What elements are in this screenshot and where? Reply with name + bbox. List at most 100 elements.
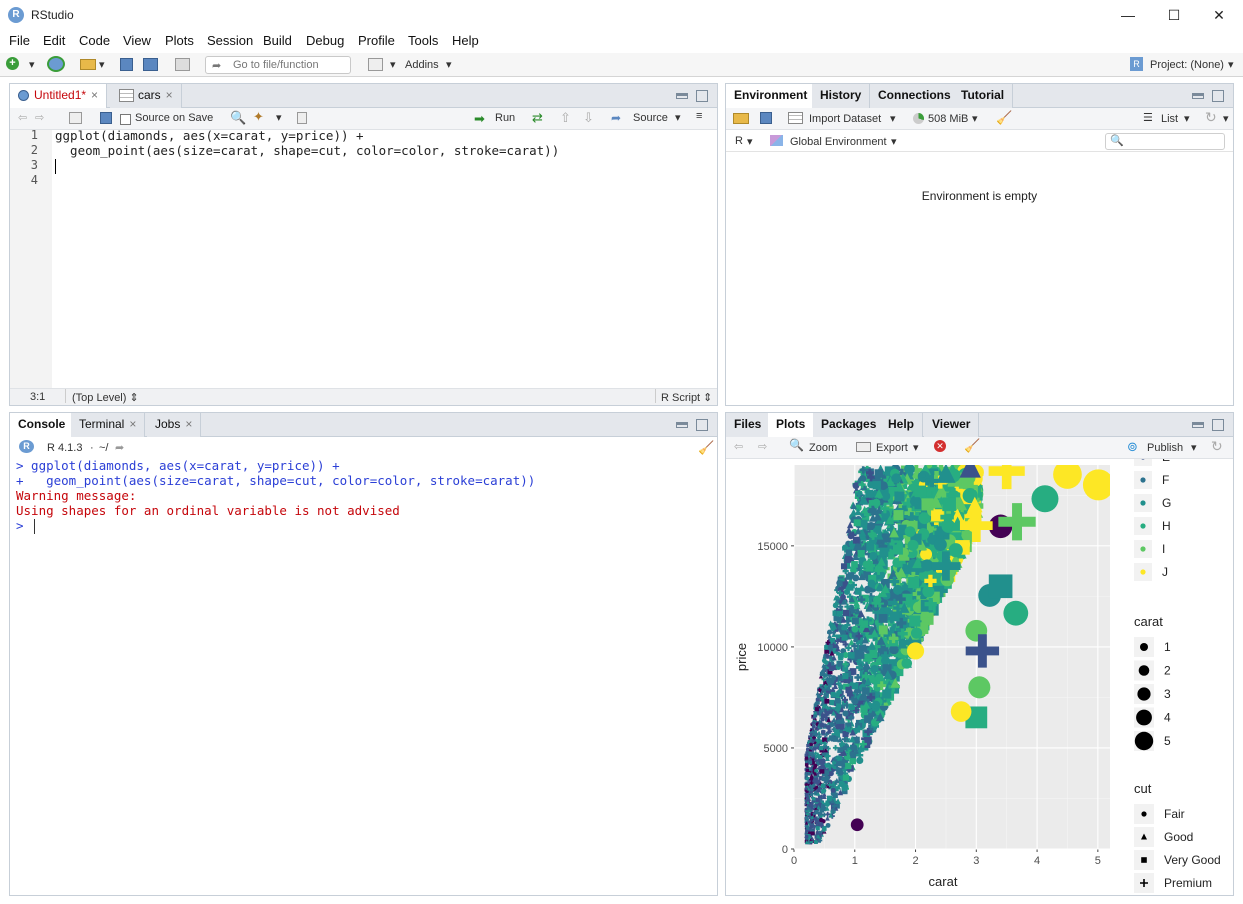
print-icon[interactable] — [175, 58, 190, 71]
source-on-save-checkbox[interactable] — [120, 114, 131, 125]
menu-code[interactable]: Code — [79, 33, 110, 48]
goto-file-input[interactable]: Go to file/function — [205, 56, 351, 74]
menu-help[interactable]: Help — [452, 33, 479, 48]
code-line[interactable]: geom_point(aes(size=carat, shape=cut, co… — [55, 143, 715, 158]
chevron-down-icon[interactable]: ▾ — [1228, 58, 1234, 71]
remove-plot-icon[interactable]: ✕ — [934, 440, 946, 452]
publish-button[interactable]: Publish — [1147, 442, 1183, 454]
chevron-down-icon[interactable]: ▾ — [390, 58, 396, 71]
show-in-window-icon[interactable] — [69, 112, 82, 124]
run-button[interactable]: Run — [495, 112, 515, 124]
tab-tutorial[interactable]: Tutorial — [953, 84, 1014, 108]
broom-icon[interactable]: 🧹 — [698, 440, 714, 456]
console-output[interactable]: > ggplot(diamonds, aes(x=carat, y=price)… — [16, 458, 714, 533]
tab-connections[interactable]: Connections — [870, 84, 960, 108]
open-folder-icon[interactable] — [733, 113, 749, 124]
tab-terminal[interactable]: Terminal × — [71, 413, 146, 437]
tab-history[interactable]: History — [812, 84, 871, 108]
tab-files[interactable]: Files — [726, 413, 771, 437]
search-icon[interactable]: 🔍 — [230, 110, 246, 126]
project-menu[interactable]: Project: (None) — [1150, 59, 1224, 71]
close-icon[interactable]: × — [129, 417, 136, 431]
minimize-icon[interactable]: — — [1114, 4, 1142, 26]
tab-environment[interactable]: Environment — [726, 84, 817, 109]
minimize-pane-icon[interactable] — [676, 422, 688, 428]
memory-usage[interactable]: 508 MiB — [928, 113, 968, 125]
addins-button[interactable]: Addins — [405, 59, 439, 71]
magic-wand-icon[interactable]: ✦ — [253, 109, 264, 125]
menu-plots[interactable]: Plots — [165, 33, 194, 48]
chevron-down-icon[interactable]: ▾ — [276, 111, 282, 124]
outline-icon[interactable]: ≡ — [696, 110, 702, 122]
chevron-down-icon[interactable]: ▾ — [890, 112, 896, 125]
minimize-pane-icon[interactable] — [1192, 93, 1204, 99]
chevron-down-icon[interactable]: ▾ — [446, 58, 452, 71]
view-mode-select[interactable]: List — [1161, 113, 1178, 125]
arrow-down-icon[interactable]: ⇩ — [583, 110, 594, 126]
menu-debug[interactable]: Debug — [306, 33, 344, 48]
minimize-pane-icon[interactable] — [1192, 422, 1204, 428]
tab-plots[interactable]: Plots — [768, 413, 815, 438]
code-editor[interactable]: ggplot(diamonds, aes(x=carat, y=price)) … — [55, 128, 715, 188]
forward-arrow-icon[interactable]: ⇨ — [758, 440, 767, 453]
save-all-icon[interactable] — [143, 58, 158, 71]
menu-session[interactable]: Session — [207, 33, 253, 48]
menu-profile[interactable]: Profile — [358, 33, 395, 48]
chevron-down-icon[interactable]: ▾ — [747, 135, 753, 148]
zoom-button[interactable]: Zoom — [809, 442, 837, 454]
arrow-up-icon[interactable]: ⇧ — [560, 110, 571, 126]
minimize-pane-icon[interactable] — [676, 93, 688, 99]
close-icon[interactable]: × — [91, 88, 98, 102]
tab-viewer[interactable]: Viewer — [924, 413, 980, 437]
chevron-down-icon[interactable]: ▾ — [1223, 112, 1229, 125]
broom-icon[interactable]: 🧹 — [964, 438, 980, 454]
menu-edit[interactable]: Edit — [43, 33, 65, 48]
back-arrow-icon[interactable]: ⇦ — [18, 111, 27, 124]
chevron-down-icon[interactable]: ▾ — [913, 441, 919, 454]
file-type-selector[interactable]: R Script ⇕ — [661, 391, 712, 404]
maximize-pane-icon[interactable] — [696, 90, 708, 102]
export-button[interactable]: Export — [876, 442, 908, 454]
menu-tools[interactable]: Tools — [408, 33, 438, 48]
maximize-pane-icon[interactable] — [1212, 90, 1224, 102]
close-icon[interactable]: × — [166, 88, 173, 102]
save-icon[interactable] — [120, 58, 133, 71]
chevron-down-icon[interactable]: ▾ — [891, 135, 897, 148]
refresh-icon[interactable]: ↻ — [1205, 109, 1217, 126]
scope-select[interactable]: Global Environment — [790, 136, 887, 148]
chevron-down-icon[interactable]: ▾ — [1184, 112, 1190, 125]
chevron-down-icon[interactable]: ▾ — [972, 112, 978, 125]
save-icon[interactable] — [100, 112, 112, 124]
code-line[interactable] — [55, 173, 715, 188]
goto-directory-icon[interactable]: ➦ — [115, 441, 124, 454]
tab-help[interactable]: Help — [880, 413, 924, 437]
grid-layout-icon[interactable] — [368, 58, 383, 71]
chevron-down-icon[interactable]: ▾ — [99, 58, 105, 71]
menu-build[interactable]: Build — [263, 33, 292, 48]
new-file-icon[interactable]: + — [6, 57, 19, 70]
menu-view[interactable]: View — [123, 33, 151, 48]
new-project-icon[interactable] — [47, 56, 65, 72]
tab-jobs[interactable]: Jobs × — [147, 413, 202, 437]
maximize-icon[interactable]: ☐ — [1160, 4, 1188, 26]
close-icon[interactable]: × — [185, 417, 192, 431]
code-line[interactable]: ggplot(diamonds, aes(x=carat, y=price)) … — [55, 128, 715, 143]
scope-selector[interactable]: (Top Level) ⇕ — [72, 391, 139, 404]
back-arrow-icon[interactable]: ⇦ — [734, 440, 743, 453]
compile-report-icon[interactable] — [297, 112, 307, 124]
maximize-pane-icon[interactable] — [696, 419, 708, 431]
language-select[interactable]: R — [735, 135, 743, 147]
close-icon[interactable]: ✕ — [1205, 4, 1233, 26]
menu-file[interactable]: File — [9, 33, 30, 48]
source-button[interactable]: Source — [633, 112, 668, 124]
refresh-icon[interactable]: ↻ — [1211, 438, 1223, 455]
open-folder-icon[interactable] — [80, 59, 96, 70]
save-icon[interactable] — [760, 112, 772, 124]
rerun-icon[interactable]: ⇄ — [532, 110, 543, 126]
working-directory[interactable]: ~/ — [99, 442, 108, 454]
broom-icon[interactable]: 🧹 — [996, 110, 1012, 126]
tab-console[interactable]: Console — [10, 413, 75, 438]
forward-arrow-icon[interactable]: ⇨ — [35, 111, 44, 124]
import-dataset-button[interactable]: Import Dataset — [809, 113, 881, 125]
code-line[interactable] — [55, 158, 715, 173]
